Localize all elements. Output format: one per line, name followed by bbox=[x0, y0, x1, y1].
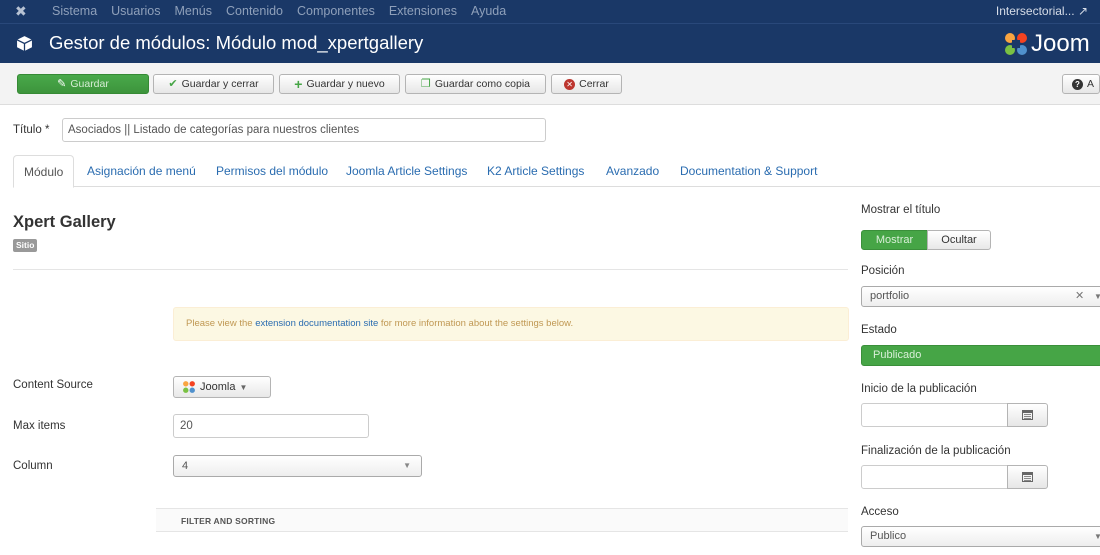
module-name: Xpert Gallery bbox=[13, 213, 116, 231]
access-label: Acceso bbox=[861, 506, 899, 518]
menu-item-menus[interactable]: Menús bbox=[174, 0, 212, 23]
column-value: 4 bbox=[182, 460, 189, 472]
publish-start-calendar-button[interactable] bbox=[1007, 403, 1048, 427]
chevron-down-icon: ▼ bbox=[239, 382, 248, 392]
content-source-value: Joomla bbox=[200, 381, 236, 393]
tab-joomla-article-settings[interactable]: Joomla Article Settings bbox=[346, 155, 467, 187]
top-menu-bar: ✖ Sistema Usuarios Menús Contenido Compo… bbox=[0, 0, 1100, 23]
column-label: Column bbox=[13, 460, 53, 472]
menu-item-componentes[interactable]: Componentes bbox=[297, 0, 375, 23]
show-title-yes-button[interactable]: Mostrar bbox=[861, 230, 928, 250]
calendar-icon bbox=[1022, 472, 1033, 482]
save-copy-button[interactable]: ❐ Guardar como copia bbox=[405, 74, 546, 94]
publish-start-label: Inicio de la publicación bbox=[861, 383, 977, 395]
help-label: A bbox=[1087, 78, 1095, 90]
menu-item-sistema[interactable]: Sistema bbox=[52, 0, 97, 23]
menu-item-usuarios[interactable]: Usuarios bbox=[111, 0, 160, 23]
status-label: Estado bbox=[861, 324, 897, 336]
publish-end-calendar-button[interactable] bbox=[1007, 465, 1048, 489]
clear-icon[interactable]: ✕ bbox=[1075, 287, 1084, 306]
column-select[interactable]: 4 ▼ bbox=[173, 455, 422, 477]
check-icon: ✔ bbox=[168, 77, 178, 90]
edit-icon: ✎ bbox=[57, 77, 67, 90]
joomla-logo-icon bbox=[1005, 33, 1027, 55]
chevron-down-icon: ▼ bbox=[1094, 292, 1100, 301]
show-title-label: Mostrar el título bbox=[861, 204, 941, 216]
plus-icon: + bbox=[294, 75, 303, 92]
help-icon: ? bbox=[1072, 78, 1083, 90]
documentation-link[interactable]: extension documentation site bbox=[255, 318, 378, 329]
status-select[interactable]: Publicado bbox=[861, 345, 1100, 366]
close-button[interactable]: ✕ Cerrar bbox=[551, 74, 622, 94]
tab-menu-assignment[interactable]: Asignación de menú bbox=[87, 155, 196, 187]
site-link[interactable]: Intersectorial... ↗ bbox=[996, 0, 1088, 23]
close-label: Cerrar bbox=[579, 78, 609, 90]
divider bbox=[13, 269, 848, 270]
site-badge: Sitio bbox=[13, 239, 38, 252]
menu-item-ayuda[interactable]: Ayuda bbox=[471, 0, 506, 23]
menu-item-extensiones[interactable]: Extensiones bbox=[389, 0, 457, 23]
access-select[interactable]: Publico ▼ bbox=[861, 526, 1100, 547]
content-source-label: Content Source bbox=[13, 379, 93, 391]
copy-icon: ❐ bbox=[420, 77, 431, 90]
tab-modulo[interactable]: Módulo bbox=[13, 155, 75, 188]
close-icon: ✕ bbox=[564, 78, 576, 90]
save-close-button[interactable]: ✔ Guardar y cerrar bbox=[153, 74, 274, 94]
tab-k2-article-settings[interactable]: K2 Article Settings bbox=[487, 155, 584, 187]
tab-module-permissions[interactable]: Permisos del módulo bbox=[216, 155, 328, 187]
menu-item-contenido[interactable]: Contenido bbox=[226, 0, 283, 23]
chevron-down-icon: ▼ bbox=[403, 461, 411, 470]
publish-end-input[interactable] bbox=[861, 465, 1008, 489]
access-value: Publico bbox=[870, 530, 907, 542]
joomla-icon[interactable]: ✖ bbox=[15, 3, 31, 19]
tab-advanced[interactable]: Avanzado bbox=[606, 155, 659, 187]
title-label: Título * bbox=[13, 124, 50, 136]
save-copy-label: Guardar como copia bbox=[434, 78, 530, 90]
help-button[interactable]: ? A bbox=[1062, 74, 1100, 94]
cube-icon bbox=[16, 36, 33, 51]
save-label: Guardar bbox=[70, 78, 109, 90]
info-alert: Please view the extension documentation … bbox=[173, 307, 849, 341]
position-label: Posición bbox=[861, 265, 905, 277]
title-input[interactable] bbox=[62, 118, 546, 142]
content-source-dropdown[interactable]: Joomla ▼ bbox=[173, 376, 271, 398]
position-value: portfolio bbox=[870, 290, 910, 302]
tab-bar: Módulo Asignación de menú Permisos del m… bbox=[13, 155, 1100, 188]
chevron-down-icon: ▼ bbox=[1094, 532, 1100, 541]
position-select[interactable]: portfolio ✕ ▼ bbox=[861, 286, 1100, 307]
joomla-icon bbox=[183, 381, 195, 393]
main-menu: Sistema Usuarios Menús Contenido Compone… bbox=[52, 0, 520, 23]
page-title: Gestor de módulos: Módulo mod_xpertgalle… bbox=[49, 32, 424, 53]
joomla-logo-text: Joom bbox=[1031, 30, 1090, 57]
filter-sorting-heading: FILTER AND SORTING bbox=[156, 508, 848, 532]
publish-start-input[interactable] bbox=[861, 403, 1008, 427]
info-suffix: for more information about the settings … bbox=[378, 318, 574, 329]
max-items-label: Max items bbox=[13, 420, 66, 432]
joomla-logo: Joom bbox=[1003, 30, 1090, 58]
save-button[interactable]: ✎ Guardar bbox=[17, 74, 149, 94]
save-new-button[interactable]: + Guardar y nuevo bbox=[279, 74, 400, 94]
save-close-label: Guardar y cerrar bbox=[181, 78, 259, 90]
calendar-icon bbox=[1022, 410, 1033, 420]
toolbar: ✎ Guardar ✔ Guardar y cerrar + Guardar y… bbox=[0, 63, 1100, 105]
max-items-input[interactable] bbox=[173, 414, 369, 438]
publish-end-label: Finalización de la publicación bbox=[861, 445, 1011, 457]
save-new-label: Guardar y nuevo bbox=[306, 78, 385, 90]
tab-documentation-support[interactable]: Documentation & Support bbox=[680, 155, 817, 187]
info-prefix: Please view the bbox=[186, 318, 256, 329]
header: Gestor de módulos: Módulo mod_xpertgalle… bbox=[0, 23, 1100, 63]
show-title-no-button[interactable]: Ocultar bbox=[927, 230, 991, 250]
